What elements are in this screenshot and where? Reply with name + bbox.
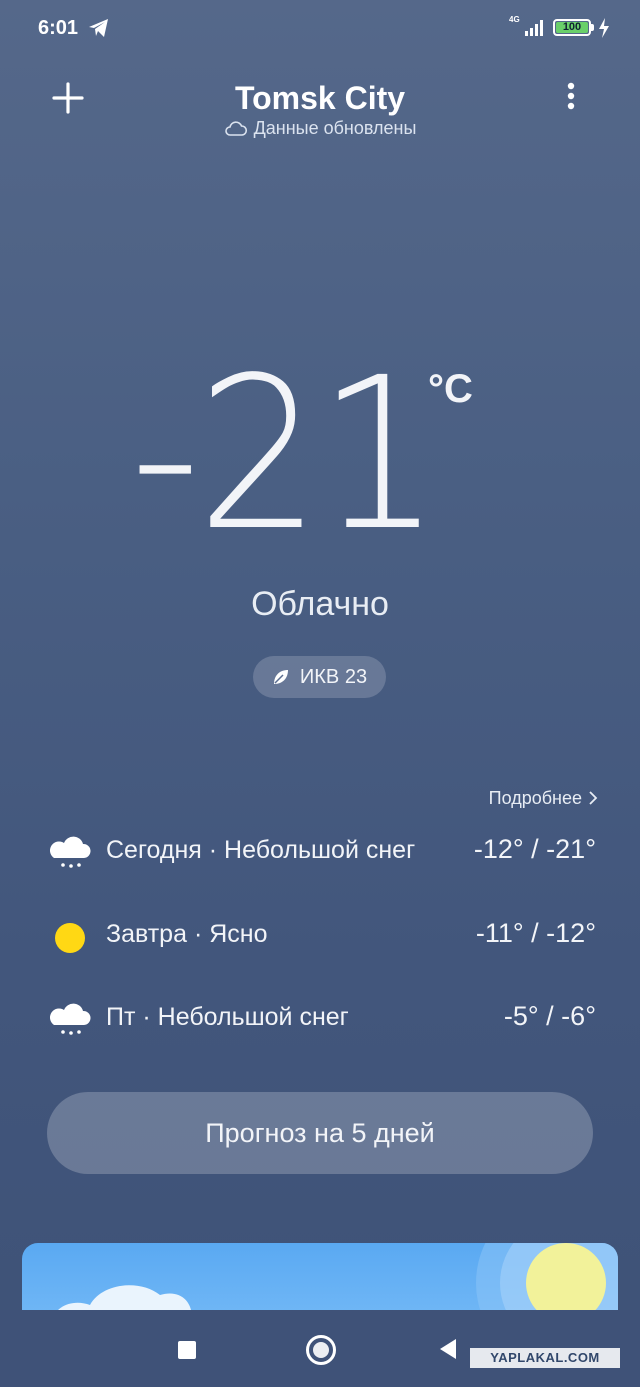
forecast-day-label: Сегодня · Небольшой снег	[106, 836, 416, 864]
details-link-label: Подробнее	[488, 788, 582, 808]
current-condition: Облачно	[251, 585, 389, 623]
chevron-right-icon	[589, 791, 598, 805]
aqi-label: ИКВ 23	[299, 665, 368, 688]
watermark: YAPLAKAL.COM	[470, 1348, 620, 1368]
update-status: Данные обновлены	[0, 118, 640, 139]
details-link[interactable]: Подробнее	[489, 788, 598, 809]
sun-icon	[55, 923, 85, 953]
forecast-day-range: -12° / -21°	[473, 834, 596, 864]
forecast-day-label: Завтра · Ясно	[106, 920, 268, 948]
current-temperature: -21	[130, 332, 442, 577]
forecast-row-today[interactable]: Сегодня · Небольшой снег -12° / -21°	[48, 826, 596, 876]
forecast-row-friday[interactable]: Пт · Небольшой снег -5° / -6°	[48, 993, 596, 1043]
current-temperature-block: -21 °C	[0, 345, 640, 565]
forecast-day-label: Пт · Небольшой снег	[106, 1003, 349, 1031]
battery-tip	[591, 24, 594, 31]
snow-cloud-icon	[49, 836, 91, 868]
network-type: 4G	[509, 15, 520, 24]
status-bar: 6:01 4G 100	[0, 0, 640, 56]
telegram-icon	[89, 19, 108, 37]
signal-icon	[525, 20, 543, 36]
charging-icon	[599, 18, 609, 38]
forecast-day-range: -11° / -12°	[475, 918, 596, 948]
header: Tomsk City Данные обновлены	[0, 70, 640, 150]
status-time: 6:01	[38, 17, 79, 39]
leaf-icon	[273, 670, 288, 684]
battery-icon: 100	[553, 19, 591, 36]
five-day-forecast-button[interactable]: Прогноз на 5 дней	[47, 1092, 593, 1174]
aqi-badge[interactable]: ИКВ 23	[253, 656, 386, 698]
forecast-row-tomorrow[interactable]: Завтра · Ясно -11° / -12°	[48, 910, 596, 960]
update-status-text: Данные обновлены	[253, 118, 417, 138]
back-icon[interactable]	[440, 1339, 456, 1359]
battery-level: 100	[556, 22, 588, 33]
forecast-day-range: -5° / -6°	[503, 1001, 596, 1031]
city-name[interactable]: Tomsk City	[0, 80, 640, 117]
home-icon[interactable]	[306, 1335, 336, 1365]
more-icon[interactable]	[554, 78, 588, 118]
temperature-unit: °C	[428, 367, 473, 411]
snow-cloud-icon	[49, 1003, 91, 1035]
cloud-icon	[224, 121, 247, 136]
recent-apps-icon[interactable]	[178, 1341, 196, 1359]
